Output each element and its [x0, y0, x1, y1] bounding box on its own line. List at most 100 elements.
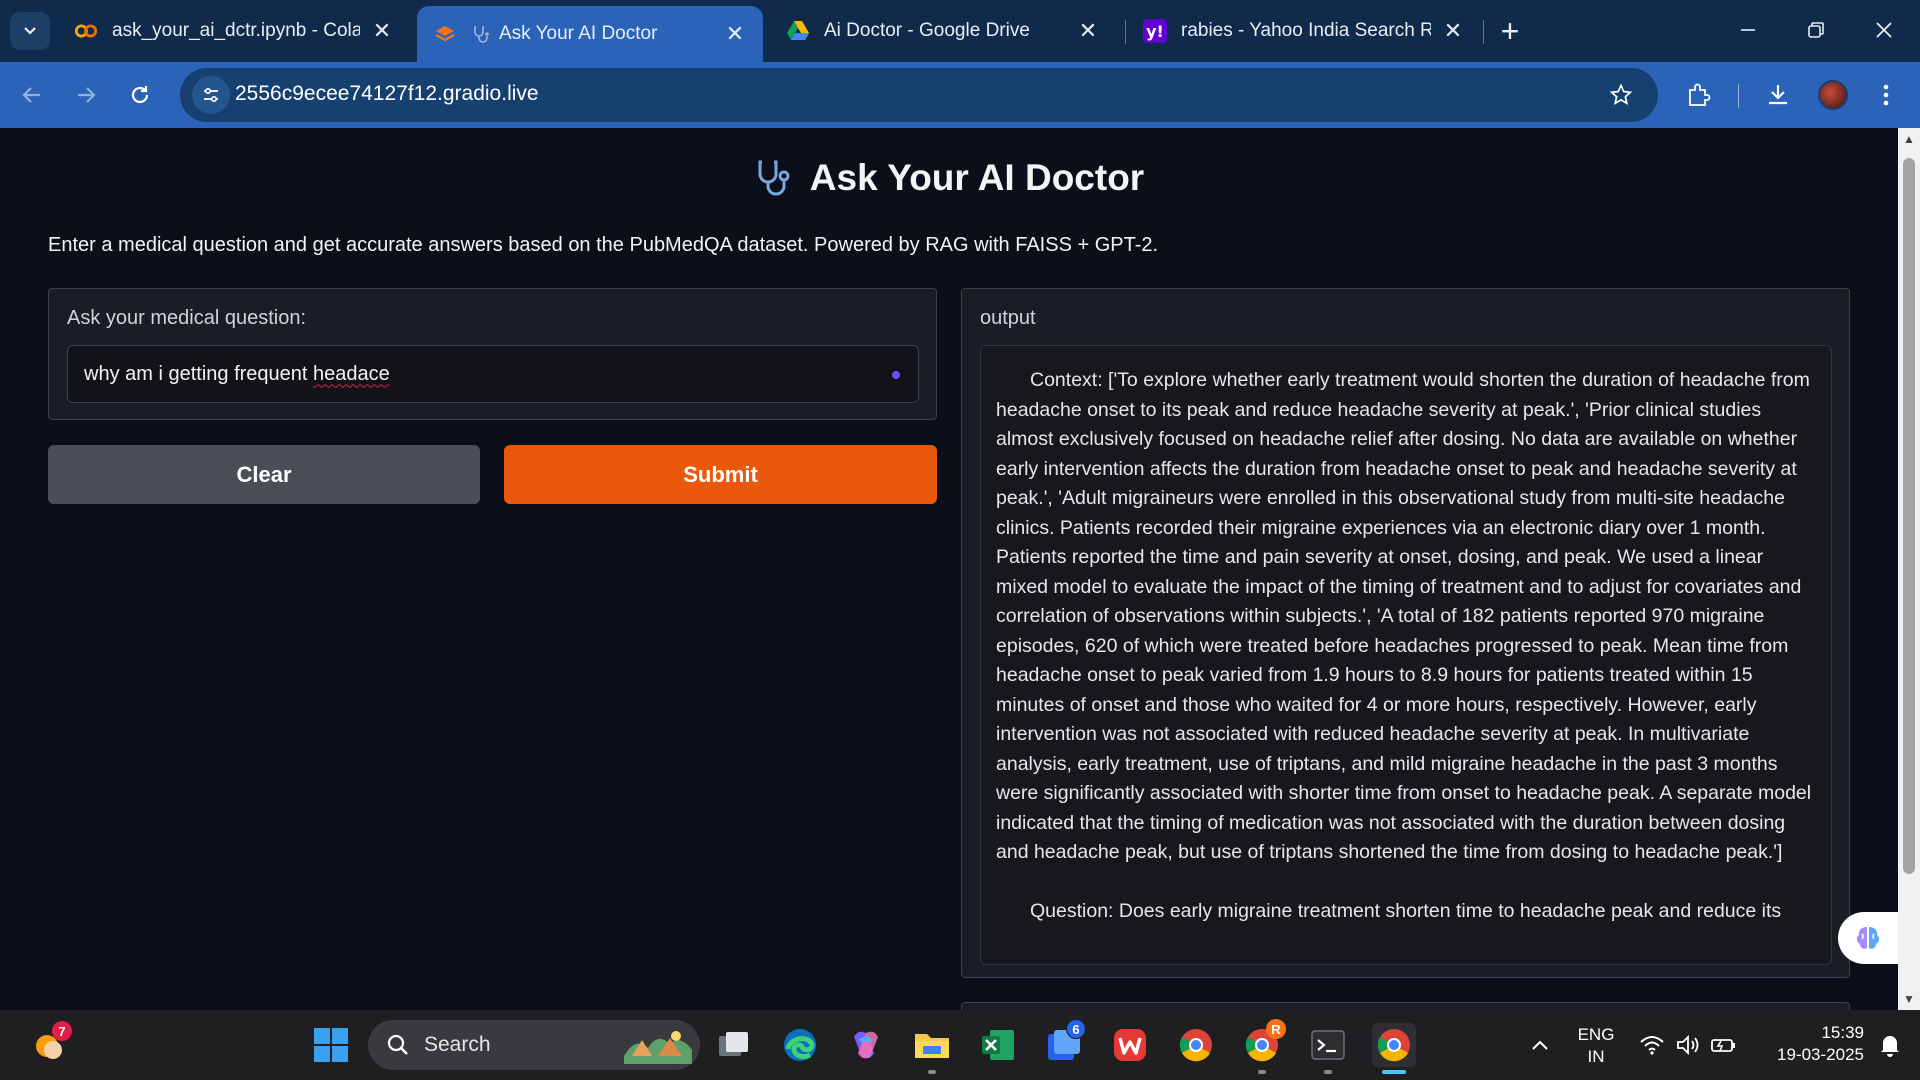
close-icon[interactable]: ✕ [1076, 18, 1100, 43]
tab-strip: ask_your_ai_dctr.ipynb - Colab ✕ Ask You… [0, 0, 1920, 62]
terminal-icon[interactable] [1306, 1023, 1350, 1067]
chrome-icon[interactable] [1174, 1023, 1218, 1067]
clear-button[interactable]: Clear [48, 445, 480, 504]
back-button[interactable] [12, 75, 52, 115]
scroll-down-icon[interactable]: ▼ [1902, 992, 1916, 1006]
colab-icon [74, 19, 98, 43]
app-header: Ask Your AI Doctor [0, 156, 1898, 200]
tab-yahoo-search[interactable]: y! rabies - Yahoo India Search Results ✕ [1127, 6, 1481, 56]
clock-date: 19-03-2025 [1777, 1045, 1864, 1064]
site-info-icon[interactable] [192, 76, 230, 114]
tab-search-button[interactable] [10, 12, 50, 50]
restore-button[interactable] [1786, 8, 1846, 52]
tab-colab[interactable]: ask_your_ai_dctr.ipynb - Colab ✕ [58, 6, 410, 56]
tab-title: Ask Your AI Doctor [499, 23, 658, 44]
file-explorer-icon[interactable] [910, 1023, 954, 1067]
chrome-active-icon[interactable] [1372, 1023, 1416, 1067]
question-label: Ask your medical question: [67, 307, 307, 329]
running-indicator [1258, 1070, 1266, 1074]
start-button[interactable] [309, 1023, 353, 1067]
todo-icon[interactable]: 6 [1042, 1019, 1086, 1067]
page-title: Ask Your AI Doctor [809, 157, 1145, 198]
question-text: why am i getting frequent [84, 362, 314, 385]
forward-button[interactable] [66, 75, 106, 115]
windows-taskbar: 7 Search 6 R ENG IN 15:39 19-03-2025 [0, 1010, 1920, 1080]
close-icon[interactable]: ✕ [370, 18, 394, 43]
url-text: 2556c9ecee74127f12.gradio.live [235, 82, 539, 105]
close-window-button[interactable] [1854, 8, 1914, 52]
brain-icon [1856, 927, 1880, 949]
app-description: Enter a medical question and get accurat… [48, 234, 1159, 256]
bookmark-star-icon[interactable] [1604, 78, 1638, 112]
language-code: ENG [1577, 1025, 1615, 1044]
search-highlight-image [624, 1031, 692, 1064]
download-icon[interactable] [1758, 75, 1798, 115]
extensions-icon[interactable] [1679, 75, 1719, 115]
page-scrollbar[interactable]: ▲ ▼ [1898, 128, 1920, 1010]
output-textbox[interactable]: Context: ['To explore whether early trea… [980, 345, 1832, 965]
output-question-text: Question: Does early migraine treatment … [1030, 899, 1782, 922]
output-context-text: Context: ['To explore whether early trea… [996, 369, 1817, 863]
search-icon [387, 1034, 408, 1055]
tray-overflow-icon[interactable] [1518, 1023, 1562, 1067]
copilot-icon[interactable] [844, 1023, 888, 1067]
reload-icon [131, 86, 149, 104]
weather-badge: 7 [52, 1021, 72, 1041]
profile-avatar[interactable] [1818, 80, 1848, 110]
address-bar[interactable]: 2556c9ecee74127f12.gradio.live [180, 68, 1658, 122]
output-label: output [980, 307, 1036, 329]
close-icon [1876, 22, 1892, 38]
output-panel: output Context: ['To explore whether ear… [961, 288, 1850, 978]
notifications-icon[interactable] [1868, 1023, 1912, 1067]
minimize-button[interactable] [1718, 8, 1778, 52]
scroll-up-icon[interactable]: ▲ [1902, 132, 1916, 146]
submit-button[interactable]: Submit [504, 445, 937, 504]
arrow-right-icon [78, 87, 96, 103]
running-indicator [928, 1070, 936, 1074]
restore-icon [1808, 22, 1824, 38]
page-content: Ask Your AI Doctor Enter a medical quest… [0, 128, 1898, 1010]
clock[interactable]: 15:39 19-03-2025 [1754, 1022, 1864, 1066]
toolbar-divider [1738, 84, 1739, 108]
search-placeholder: Search [424, 1033, 491, 1056]
question-input[interactable]: why am i getting frequent headace [67, 345, 919, 403]
scrollbar-thumb[interactable] [1903, 158, 1915, 874]
next-panel-edge [961, 1002, 1850, 1010]
wps-office-icon[interactable] [1108, 1023, 1152, 1067]
tab-google-drive[interactable]: Ai Doctor - Google Drive ✕ [770, 6, 1116, 56]
todo-badge: 6 [1066, 1019, 1086, 1039]
input-indicator-dot [892, 371, 900, 379]
close-icon[interactable]: ✕ [723, 21, 747, 46]
assistant-float-button[interactable] [1838, 912, 1898, 964]
tab-title: rabies - Yahoo India Search Results [1181, 20, 1431, 41]
close-icon[interactable]: ✕ [1441, 18, 1465, 43]
stethoscope-icon [758, 160, 790, 196]
minimize-icon [1741, 29, 1755, 31]
task-view-icon[interactable] [712, 1023, 756, 1067]
arrow-left-icon [22, 87, 40, 103]
chevron-down-icon [24, 27, 36, 35]
gradio-icon [433, 22, 457, 46]
excel-icon[interactable] [976, 1023, 1020, 1067]
question-panel: Ask your medical question: why am i gett… [48, 288, 937, 420]
taskbar-search[interactable]: Search [368, 1020, 700, 1070]
yahoo-icon: y! [1143, 19, 1167, 43]
active-indicator [1382, 1070, 1406, 1074]
chrome-profile-icon[interactable]: R [1240, 1019, 1286, 1067]
tab-separator [1125, 20, 1126, 44]
region-code: IN [1587, 1047, 1605, 1066]
chrome-profile-badge: R [1266, 1019, 1286, 1039]
tab-separator [1483, 20, 1484, 44]
weather-widget-icon[interactable]: 7 [28, 1021, 72, 1067]
kebab-menu-icon[interactable] [1866, 75, 1906, 115]
edge-icon[interactable] [778, 1023, 822, 1067]
misspelled-word: headace [313, 362, 390, 385]
stethoscope-icon [471, 22, 491, 46]
new-tab-button[interactable]: + [1493, 12, 1527, 50]
battery-icon[interactable] [1702, 1023, 1746, 1067]
tab-ask-your-ai-doctor[interactable]: Ask Your AI Doctor ✕ [417, 6, 763, 62]
tab-title: Ai Doctor - Google Drive [824, 20, 1030, 41]
language-indicator[interactable]: ENG IN [1568, 1024, 1624, 1068]
clock-time: 15:39 [1821, 1023, 1864, 1042]
reload-button[interactable] [120, 75, 160, 115]
